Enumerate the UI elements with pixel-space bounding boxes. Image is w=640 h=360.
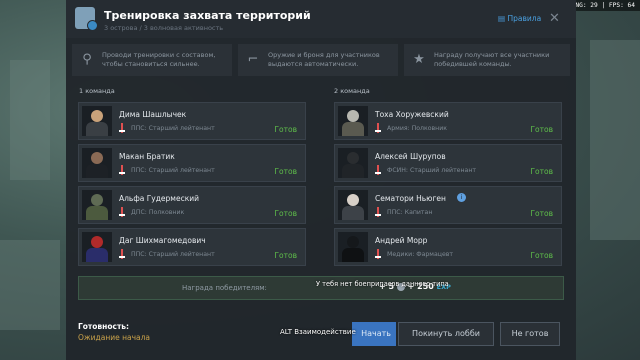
info-text: Оружие и броня для участников (268, 51, 380, 59)
team-1-label: 1 команда (79, 87, 115, 95)
info-text: победившей команды. (434, 60, 512, 68)
rank-icon (119, 249, 125, 259)
player-card[interactable]: Сематори Ньюген ППС: Капитан Готов i (334, 186, 562, 224)
info-row: ⚲ Проводи тренировки с составом, чтобы с… (72, 44, 570, 76)
player-name: Андрей Морр (375, 236, 428, 245)
avatar (82, 190, 112, 220)
page-subtitle: 3 острова / 3 волновая активность (104, 24, 224, 32)
player-card[interactable]: Андрей Морр Медики: Фармацевт Готов (334, 228, 562, 266)
avatar-head (91, 110, 103, 122)
verified-icon: i (457, 193, 466, 202)
reward-label: Награда победителям: (182, 284, 267, 292)
avatar-body (342, 164, 364, 178)
alt-hint: ALT Взаимодействие (280, 328, 356, 336)
player-rank: ППС: Старший лейтенант (131, 125, 215, 132)
player-name: Макан Братик (119, 152, 175, 161)
player-rank: ФСИН: Старший лейтенант (387, 167, 476, 174)
rank-icon (119, 207, 125, 217)
rank-icon (375, 165, 381, 175)
info-text: Награду получают все участники (434, 51, 550, 59)
rank-icon (375, 123, 381, 133)
player-status: Готов (530, 209, 553, 218)
clipboard-icon (75, 7, 98, 31)
player-card[interactable]: Алексей Шурупов ФСИН: Старший лейтенант … (334, 144, 562, 182)
rank-icon (375, 249, 381, 259)
modal-header: Тренировка захвата территорий 3 острова … (66, 0, 576, 38)
player-name: Тоха Хоружевский (375, 110, 449, 119)
info-text: выдаются автоматически. (268, 60, 359, 68)
ready-status: Ожидание начала (78, 333, 151, 342)
player-status: Готов (530, 251, 553, 260)
player-name: Дима Шашлычек (119, 110, 187, 119)
avatar (82, 106, 112, 136)
ammo-warning: У тебя нет боеприпасов данного типа (316, 280, 449, 288)
team-2-label: 2 команда (334, 87, 370, 95)
player-status: Готов (530, 167, 553, 176)
avatar (338, 232, 368, 262)
player-card[interactable]: Дима Шашлычек ППС: Старший лейтенант Гот… (78, 102, 306, 140)
player-card[interactable]: Тоха Хоружевский Армия: Полковник Готов (334, 102, 562, 140)
player-status: Готов (274, 251, 297, 260)
player-status: Готов (274, 209, 297, 218)
star-icon: ★ (413, 52, 425, 67)
rank-icon (375, 207, 381, 217)
lobby-modal: Тренировка захвата территорий 3 острова … (66, 0, 576, 360)
player-rank: ДПС: Полковник (131, 209, 185, 216)
pistol-icon: ⌐ (247, 52, 259, 67)
not-ready-button[interactable]: Не готов (500, 322, 560, 346)
avatar-body (86, 122, 108, 136)
player-status: Готов (274, 167, 297, 176)
avatar-body (342, 122, 364, 136)
player-rank: ППС: Капитан (387, 209, 433, 216)
info-text: чтобы становиться сильнее. (102, 60, 200, 68)
info-card: ★ Награду получают все участники победив… (404, 44, 570, 76)
avatar-head (91, 152, 103, 164)
avatar (82, 232, 112, 262)
player-status: Готов (530, 125, 553, 134)
avatar-head (347, 236, 359, 248)
rules-link[interactable]: ▤ Правила (498, 14, 541, 23)
player-name: Альфа Гудермеский (119, 194, 199, 203)
player-name: Сематори Ньюген (375, 194, 446, 203)
player-rank: ППС: Старший лейтенант (131, 167, 215, 174)
close-button[interactable]: ✕ (549, 11, 560, 26)
ready-button[interactable]: Начать (352, 322, 396, 346)
avatar-head (347, 152, 359, 164)
info-text: Проводи тренировки с составом, (102, 51, 216, 59)
avatar-head (91, 194, 103, 206)
avatar (338, 148, 368, 178)
avatar-head (347, 110, 359, 122)
info-card: ⌐ Оружие и броня для участников выдаются… (238, 44, 398, 76)
rank-icon (119, 165, 125, 175)
avatar (82, 148, 112, 178)
avatar-head (347, 194, 359, 206)
player-card[interactable]: Альфа Гудермеский ДПС: Полковник Готов (78, 186, 306, 224)
info-card: ⚲ Проводи тренировки с составом, чтобы с… (72, 44, 232, 76)
player-name: Алексей Шурупов (375, 152, 446, 161)
avatar-body (86, 164, 108, 178)
page-title: Тренировка захвата территорий (104, 9, 311, 22)
player-rank: Медики: Фармацевт (387, 251, 454, 258)
player-card[interactable]: Даг Шихмагомедович ППС: Старший лейтенан… (78, 228, 306, 266)
avatar-body (342, 248, 364, 262)
player-status: Готов (274, 125, 297, 134)
ready-label: Готовность: (78, 322, 130, 331)
player-name: Даг Шихмагомедович (119, 236, 206, 245)
rank-icon (119, 123, 125, 133)
player-rank: Армия: Полковник (387, 125, 447, 132)
avatar (338, 190, 368, 220)
avatar-head (91, 236, 103, 248)
avatar (338, 106, 368, 136)
player-card[interactable]: Макан Братик ППС: Старший лейтенант Гото… (78, 144, 306, 182)
leave-lobby-button[interactable]: Покинуть лобби (398, 322, 494, 346)
avatar-body (342, 206, 364, 220)
map-pin-icon: ⚲ (82, 52, 92, 67)
player-rank: ППС: Старший лейтенант (131, 251, 215, 258)
avatar-body (86, 206, 108, 220)
avatar-body (86, 248, 108, 262)
